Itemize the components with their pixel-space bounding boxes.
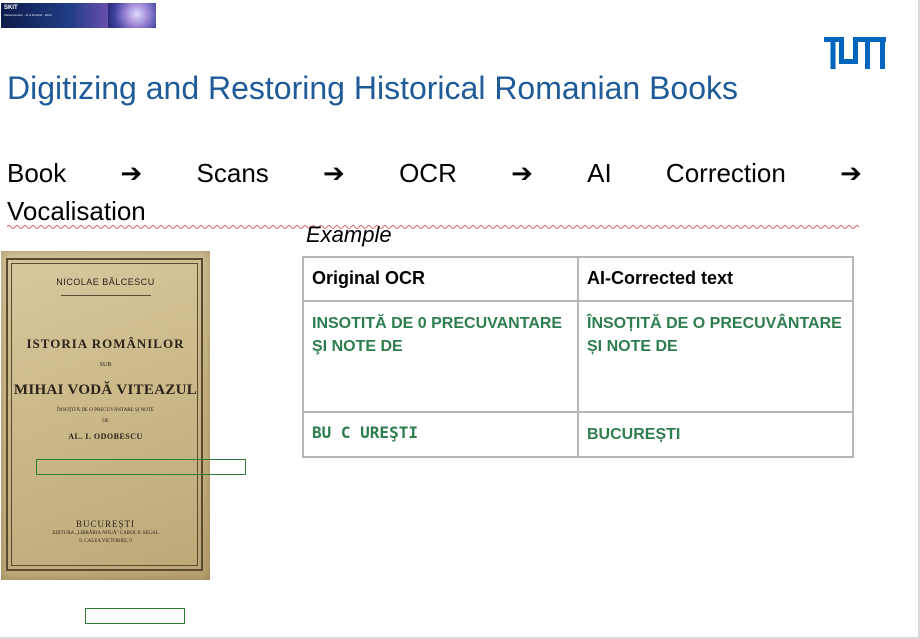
example-label: Example [306,222,392,247]
workflow-step-ai: AI [587,158,612,188]
workflow-step-book: Book [7,158,67,188]
workflow-step-correction: Correction [665,158,786,188]
workflow-step-scans: Scans [196,158,269,188]
banner-title: SKIT [4,5,18,11]
arrow-icon: ➔ [323,158,345,188]
slide-title: Digitizing and Restoring Historical Roma… [7,70,738,106]
book-editor: AL. I. ODOBESCU [68,432,143,441]
banner-subtitle: Masterstudent · AI & Robotik · 2024 [4,13,52,17]
book-rule [61,295,151,296]
spellcheck-underline [7,225,859,229]
ocr-highlight-box [85,608,185,624]
column-header-original-ocr: Original OCR [302,256,579,302]
arrow-icon: ➔ [511,158,533,188]
column-header-ai-corrected: AI-Corrected text [577,256,854,302]
original-ocr-cell: INSOTITĂ DE 0 PRECUVANTARE ŞI NOTE DE [302,300,579,413]
book-title-line1: ISTORIA ROMÂNILOR [26,336,185,351]
header-banner: SKIT Masterstudent · AI & Robotik · 2024 [1,3,156,28]
ai-corrected-cell: BUCUREȘTI [577,411,854,458]
book-city: BUCUREȘTI [75,519,135,529]
workflow-step-ocr: OCR [399,158,457,188]
book-sub: SUB [99,362,112,368]
book-publisher-line1: EDITURA „LIBRĂRIA NOUĂ" CAROL P. SEGAL [52,531,159,536]
arrow-icon: ➔ [120,158,143,188]
workflow-step-vocalisation: Vocalisation [7,196,146,226]
ocr-comparison-table: Original OCR AI-Corrected text INSOTITĂ … [302,256,854,458]
table-header-row: Original OCR AI-Corrected text [302,256,854,302]
ai-corrected-cell: ÎNSOȚITĂ DE O PRECUVÂNTARE ȘI NOTE DE [577,300,854,413]
table-row: BU C UREŞTI BUCUREȘTI [302,411,854,458]
original-ocr-cell: BU C UREŞTI [302,411,579,458]
workflow: Book ➔ Scans ➔ OCR ➔ AI Correction ➔ Voc… [7,155,862,231]
table-row: INSOTITĂ DE 0 PRECUVANTARE ŞI NOTE DE ÎN… [302,300,854,413]
book-de: DE [102,419,109,424]
book-subtitle-line: ÎNSOȚITĂ DE O PRECUVÂNTARE ȘI NOTE [57,408,154,413]
tum-logo [824,37,886,69]
book-publisher-line2: 9, CALEA VICTORIEI, 9 [79,539,132,544]
book-cover-image: NICOLAE BĂLCESCU ISTORIA ROMÂNILOR SUB M… [1,251,210,580]
arrow-icon: ➔ [840,158,862,188]
banner-image [108,3,156,28]
book-author: NICOLAE BĂLCESCU [56,277,155,287]
ocr-highlight-box [36,459,246,475]
book-title-line2: MIHAI VODĂ VITEAZUL [13,382,198,398]
